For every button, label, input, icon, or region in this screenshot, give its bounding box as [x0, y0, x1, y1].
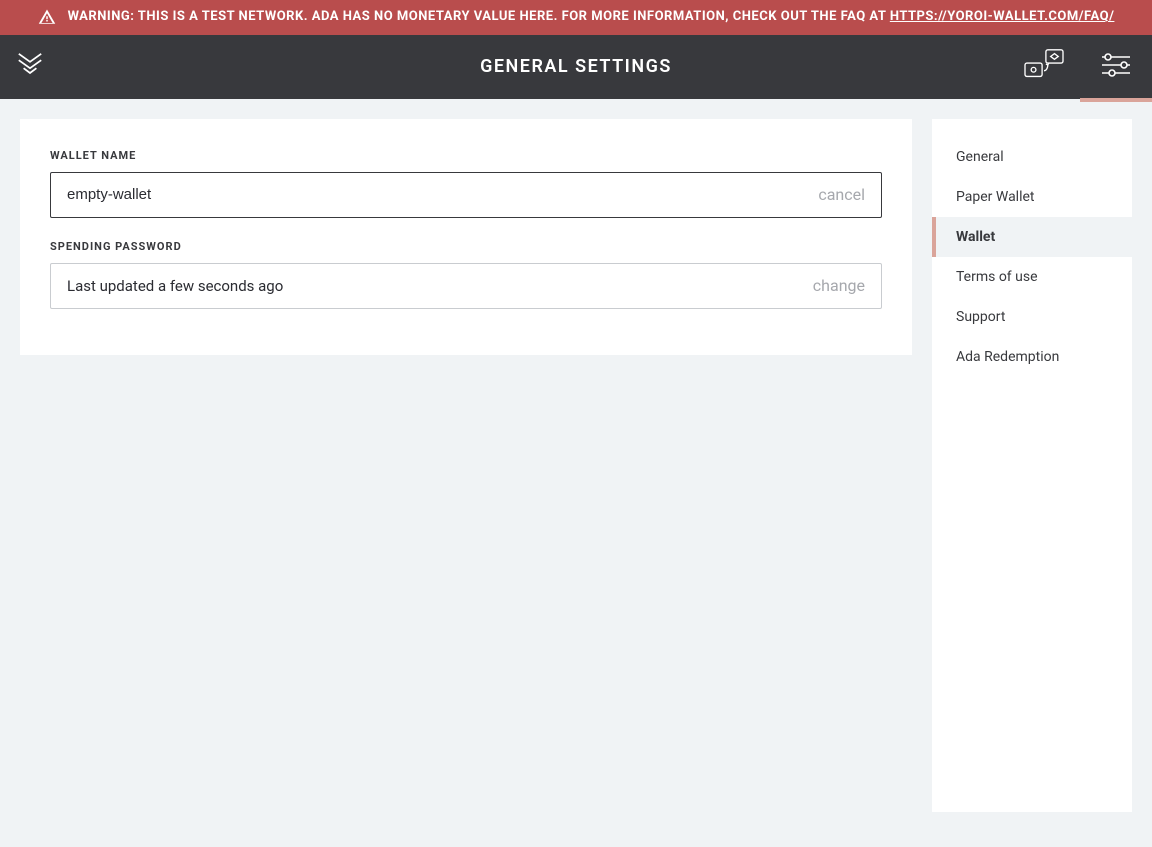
- wallet-name-input[interactable]: [67, 186, 818, 203]
- settings-sliders-icon: [1100, 51, 1132, 83]
- sidebar-item-label: Paper Wallet: [956, 189, 1035, 205]
- sidebar-item-terms-of-use[interactable]: Terms of use: [932, 257, 1132, 297]
- sidebar-item-label: Support: [956, 309, 1005, 325]
- spending-password-change-button[interactable]: change: [813, 276, 865, 295]
- warning-text: WARNING: THIS IS A TEST NETWORK. ADA HAS…: [68, 7, 1115, 28]
- wallet-name-field-row: cancel: [50, 172, 882, 218]
- sidebar-item-label: Ada Redemption: [956, 349, 1059, 365]
- nav-daedalus-transfer-button[interactable]: [1008, 35, 1080, 99]
- nav-settings-button[interactable]: [1080, 35, 1152, 99]
- warning-text-prefix: WARNING: THIS IS A TEST NETWORK. ADA HAS…: [68, 9, 890, 24]
- sidebar-item-wallet[interactable]: Wallet: [932, 217, 1132, 257]
- spending-password-status: Last updated a few seconds ago: [67, 277, 813, 295]
- wallet-name-label: WALLET NAME: [50, 149, 882, 162]
- sidebar-item-label: Terms of use: [956, 269, 1038, 285]
- warning-faq-link[interactable]: HTTPS://YOROI-WALLET.COM/FAQ/: [890, 9, 1115, 24]
- settings-sidebar: General Paper Wallet Wallet Terms of use…: [932, 119, 1132, 812]
- wallet-settings-card: WALLET NAME cancel SPENDING PASSWORD Las…: [20, 119, 912, 355]
- test-network-warning-banner: WARNING: THIS IS A TEST NETWORK. ADA HAS…: [0, 0, 1152, 35]
- sidebar-item-ada-redemption[interactable]: Ada Redemption: [932, 337, 1132, 377]
- topbar: GENERAL SETTINGS: [0, 35, 1152, 99]
- spending-password-field-row: Last updated a few seconds ago change: [50, 263, 882, 309]
- sidebar-item-support[interactable]: Support: [932, 297, 1132, 337]
- sidebar-item-label: General: [956, 149, 1004, 165]
- warning-icon: [38, 7, 56, 26]
- wallet-name-cancel-button[interactable]: cancel: [818, 185, 865, 204]
- sidebar-item-general[interactable]: General: [932, 137, 1132, 177]
- topbar-actions: [1008, 35, 1152, 99]
- app-logo-button[interactable]: [0, 49, 60, 85]
- content-area: WALLET NAME cancel SPENDING PASSWORD Las…: [0, 99, 1152, 832]
- wallets-transfer-icon: [1023, 46, 1065, 88]
- sidebar-item-label: Wallet: [956, 229, 995, 245]
- spending-password-label: SPENDING PASSWORD: [50, 240, 882, 253]
- yoroi-logo-icon: [14, 49, 46, 85]
- page-title: GENERAL SETTINGS: [0, 56, 1152, 77]
- sidebar-item-paper-wallet[interactable]: Paper Wallet: [932, 177, 1132, 217]
